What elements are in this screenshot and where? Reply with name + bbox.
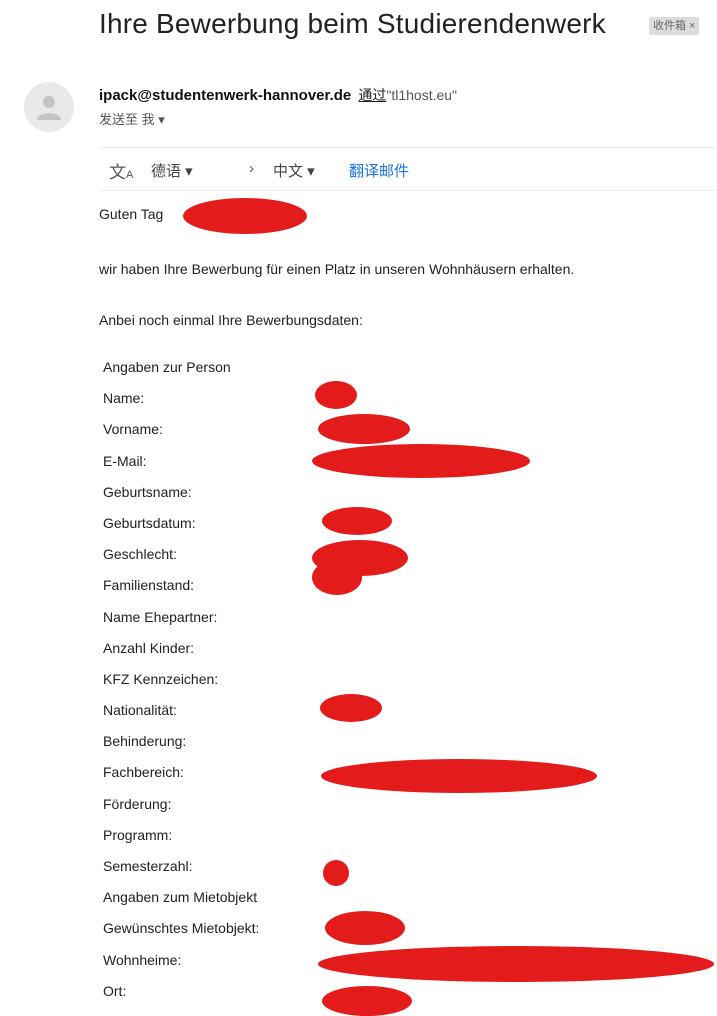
body-line-1: wir haben Ihre Bewerbung für einen Platz…	[99, 261, 575, 277]
redaction-mark	[183, 198, 307, 234]
redaction-mark	[320, 694, 382, 722]
redaction-mark	[322, 507, 392, 535]
target-language-dropdown[interactable]: 中文 ▾	[273, 160, 315, 181]
field-label: Familienstand:	[103, 577, 195, 594]
field-label: Ort:	[103, 982, 127, 999]
recipient-dropdown[interactable]: 发送至 我 ▾	[99, 109, 165, 128]
translate-bar: 文A 德语 ▾ › 中文 ▾ 翻译邮件	[99, 147, 717, 191]
translate-message-link[interactable]: 翻译邮件	[349, 160, 409, 181]
sender-line: ipack@studentenwerk-hannover.de 通过"tl1ho…	[99, 85, 457, 105]
field-label: Förderung:	[103, 795, 172, 812]
field-label: Gewünschtes Mietobjekt:	[103, 920, 260, 937]
inbox-label-chip[interactable]: 收件箱 ×	[649, 17, 700, 35]
redaction-mark	[321, 759, 597, 793]
translate-icon: 文A	[109, 163, 134, 182]
field-label: Vorname:	[103, 421, 163, 438]
field-label: Behinderung:	[103, 733, 187, 750]
field-label: Geburtsname:	[103, 483, 192, 500]
redaction-mark	[318, 414, 410, 444]
redaction-mark	[318, 946, 714, 982]
email-subject: Ihre Bewerbung beim Studierendenwerk	[99, 8, 606, 39]
redaction-mark	[315, 381, 357, 409]
field-label: Wohnheime:	[103, 951, 182, 968]
body-line-2: Anbei noch einmal Ihre Bewerbungsdaten:	[99, 312, 363, 328]
redaction-mark	[322, 986, 412, 1016]
field-label: Angaben zum Mietobjekt	[103, 889, 258, 906]
source-language-dropdown[interactable]: 德语 ▾	[151, 160, 193, 181]
redaction-mark	[325, 911, 405, 945]
via-link[interactable]: 通过	[358, 87, 386, 103]
field-label: Name:	[103, 390, 145, 407]
field-label: Semesterzahl:	[103, 858, 193, 874]
field-label: E-Mail:	[103, 452, 147, 469]
greeting: Guten Tag	[99, 206, 164, 222]
field-label: Anzahl Kinder:	[103, 639, 195, 656]
sender-avatar[interactable]	[24, 82, 74, 132]
application-data-list: Angaben zur Person Name: Vorname: E-Mail: Ge…	[103, 357, 259, 1012]
redaction-mark	[323, 860, 349, 886]
field-label: Fachbereich:	[103, 764, 184, 781]
chevron-right-icon: ›	[249, 160, 254, 177]
field-label: KFZ Kennzeichen:	[103, 670, 219, 687]
field-label: Nationalität:	[103, 702, 177, 719]
field-label: Angaben zur Person	[103, 359, 231, 375]
redaction-mark	[312, 444, 530, 478]
field-label: Geschlecht:	[103, 546, 177, 563]
field-label: Name Ehepartner:	[103, 608, 218, 625]
person-icon	[37, 96, 61, 120]
sender-address[interactable]: ipack@studentenwerk-hannover.de	[99, 87, 351, 104]
via-domain: "tl1host.eu"	[386, 87, 458, 103]
redaction-mark	[312, 560, 362, 595]
field-label: Geburtsdatum:	[103, 514, 196, 531]
field-label: Programm:	[103, 826, 173, 843]
